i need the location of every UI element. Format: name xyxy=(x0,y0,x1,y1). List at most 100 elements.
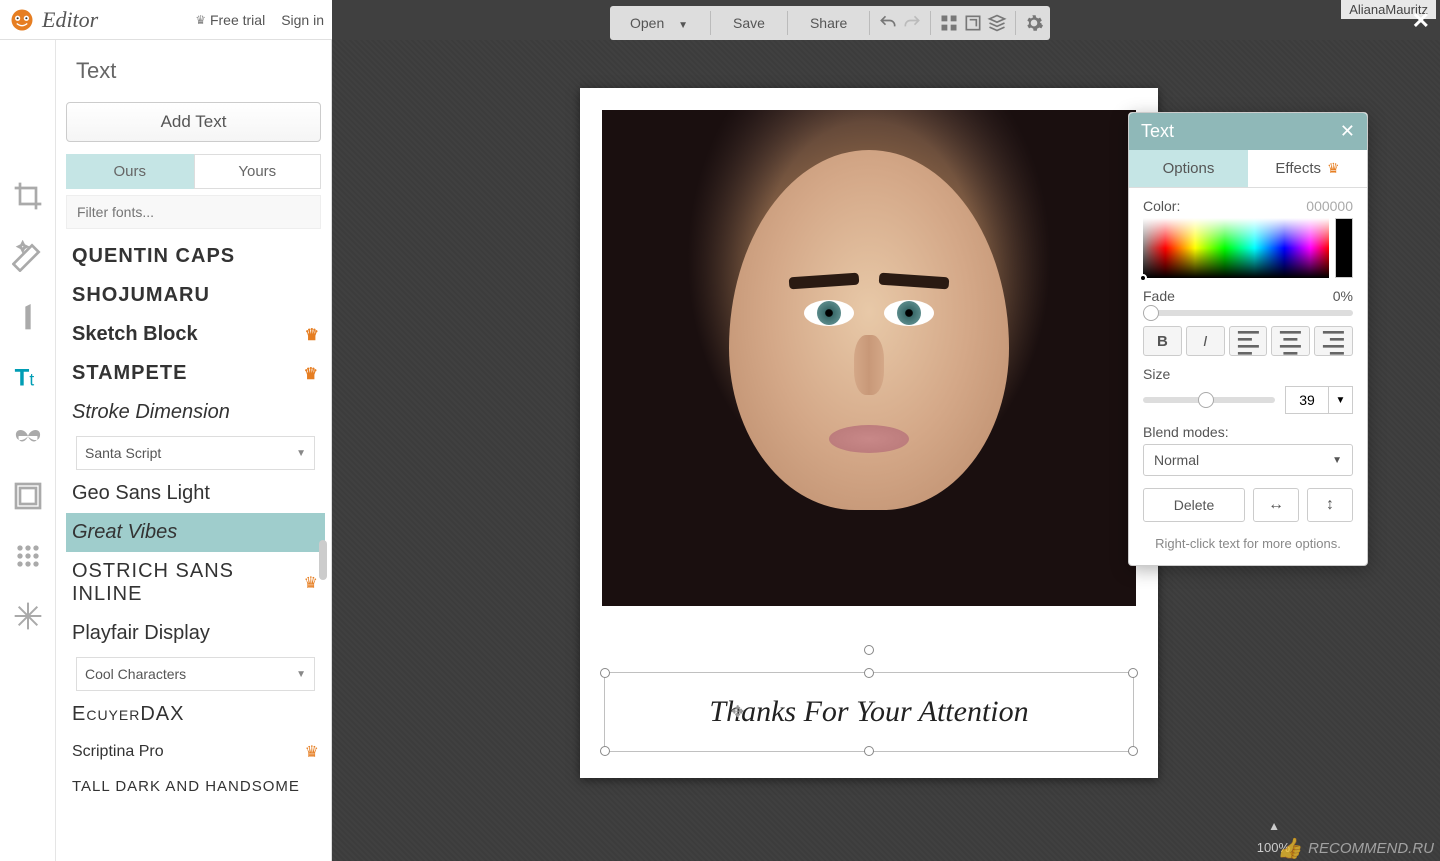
text-selection-box[interactable]: Thanks For Your Attention ✥ xyxy=(604,672,1134,752)
crown-icon: ♛ xyxy=(304,364,319,384)
font-item[interactable]: Playfair Display xyxy=(66,614,325,653)
font-label: SHOJUMARU xyxy=(72,284,210,307)
size-input[interactable] xyxy=(1285,386,1329,414)
size-stepper[interactable]: ▼ xyxy=(1329,386,1353,414)
snowflake-icon[interactable] xyxy=(12,600,44,632)
save-button[interactable]: Save xyxy=(719,9,779,37)
font-label: Scriptina Pro xyxy=(72,743,164,761)
main-toolbar: Open ▼ Save Share xyxy=(610,6,1050,40)
tab-effects-label: Effects xyxy=(1275,160,1321,177)
font-item[interactable]: STAMPETE♛ xyxy=(66,354,325,393)
redo-icon[interactable] xyxy=(902,13,922,33)
free-trial-link[interactable]: ♛ Free trial xyxy=(195,12,265,28)
font-label: QUENTIN CAPS xyxy=(72,245,235,268)
tab-options[interactable]: Options xyxy=(1129,150,1248,187)
brightness-slider[interactable] xyxy=(1335,218,1353,278)
panel-header[interactable]: Text ✕ xyxy=(1129,113,1367,150)
panel-header-title: Text xyxy=(1141,121,1174,142)
font-source-tabs: Ours Yours xyxy=(66,154,321,189)
resize-handle[interactable] xyxy=(1128,668,1138,678)
spectrum-cursor[interactable] xyxy=(1139,274,1147,282)
font-item[interactable]: Stroke Dimension xyxy=(66,393,325,432)
font-list[interactable]: QUENTIN CAPS SHOJUMARU Sketch Block♛ STA… xyxy=(66,237,325,861)
font-item[interactable]: Scriptina Pro♛ xyxy=(66,734,325,770)
tab-ours[interactable]: Ours xyxy=(66,154,194,189)
fade-label: Fade xyxy=(1143,288,1175,304)
monkey-logo-icon xyxy=(8,6,36,34)
close-icon[interactable]: ✕ xyxy=(1340,121,1355,142)
lipstick-icon[interactable] xyxy=(12,300,44,332)
font-item[interactable]: Great Vibes xyxy=(66,513,325,552)
flip-vertical-button[interactable]: ↕ xyxy=(1307,488,1353,522)
font-item[interactable]: SHOJUMARU xyxy=(66,276,325,315)
rotate-handle[interactable] xyxy=(864,645,874,655)
resize-handle[interactable] xyxy=(600,668,610,678)
move-icon[interactable]: ✥ xyxy=(731,702,744,722)
tab-effects[interactable]: Effects♛ xyxy=(1248,150,1367,187)
scrollbar-thumb[interactable] xyxy=(319,540,327,580)
resize-icon[interactable] xyxy=(963,13,983,33)
canvas-text[interactable]: Thanks For Your Attention xyxy=(709,695,1028,729)
font-item[interactable]: TALL DARK AND HANDSOME xyxy=(66,770,325,803)
font-item[interactable]: EcuyerDAX xyxy=(66,695,325,734)
align-right-button[interactable] xyxy=(1314,326,1353,356)
delete-button[interactable]: Delete xyxy=(1143,488,1245,522)
font-label: TALL DARK AND HANDSOME xyxy=(72,778,300,795)
font-label: Geo Sans Light xyxy=(72,482,210,505)
layers-icon[interactable] xyxy=(987,13,1007,33)
slider-thumb[interactable] xyxy=(1143,305,1159,321)
blend-label: Blend modes: xyxy=(1143,424,1229,440)
font-category-select[interactable]: Santa Script▼ xyxy=(76,436,315,470)
resize-handle[interactable] xyxy=(864,668,874,678)
font-item[interactable]: OSTRICH SANS INLINE♛ xyxy=(66,552,325,614)
zoom-arrow-icon[interactable]: ▲ xyxy=(1268,819,1280,833)
close-overlay-icon[interactable]: ✕ xyxy=(1412,8,1430,34)
tab-yours[interactable]: Yours xyxy=(194,154,322,189)
blend-value: Normal xyxy=(1154,452,1199,468)
text-properties-panel: Text ✕ Options Effects♛ Color: 000000 Fad… xyxy=(1128,112,1368,566)
resize-handle[interactable] xyxy=(600,746,610,756)
italic-button[interactable]: I xyxy=(1186,326,1225,356)
resize-handle[interactable] xyxy=(864,746,874,756)
color-value[interactable]: 000000 xyxy=(1306,198,1353,214)
font-item[interactable]: Geo Sans Light xyxy=(66,474,325,513)
font-item[interactable]: Sketch Block♛ xyxy=(66,315,325,354)
share-button[interactable]: Share xyxy=(796,9,861,37)
undo-icon[interactable] xyxy=(878,13,898,33)
watermark-text: RECOMMEND.RU xyxy=(1308,840,1434,857)
texture-icon[interactable] xyxy=(12,540,44,572)
free-trial-label: Free trial xyxy=(210,12,265,28)
frame-icon[interactable] xyxy=(12,480,44,512)
separator xyxy=(787,11,788,35)
font-category-select[interactable]: Cool Characters▼ xyxy=(76,657,315,691)
butterfly-icon[interactable] xyxy=(12,420,44,452)
size-slider[interactable] xyxy=(1143,397,1275,403)
fade-slider[interactable] xyxy=(1143,310,1353,316)
props-tabs: Options Effects♛ xyxy=(1129,150,1367,188)
text-tool-icon[interactable]: Tt xyxy=(12,360,44,392)
flip-horizontal-button[interactable]: ↔ xyxy=(1253,488,1299,522)
color-spectrum[interactable] xyxy=(1143,218,1329,278)
resize-handle[interactable] xyxy=(1128,746,1138,756)
photo-frame[interactable]: Thanks For Your Attention ✥ xyxy=(580,88,1158,778)
crop-icon[interactable] xyxy=(12,180,44,212)
add-text-button[interactable]: Add Text xyxy=(66,102,321,142)
gear-icon[interactable] xyxy=(1024,13,1044,33)
sign-in-link[interactable]: Sign in xyxy=(281,12,324,28)
bold-button[interactable]: B xyxy=(1143,326,1182,356)
font-item[interactable]: QUENTIN CAPS xyxy=(66,237,325,276)
slider-thumb[interactable] xyxy=(1198,392,1214,408)
font-label: Great Vibes xyxy=(72,521,177,544)
separator xyxy=(710,11,711,35)
grid-icon[interactable] xyxy=(939,13,959,33)
color-label: Color: xyxy=(1143,198,1180,214)
blend-mode-select[interactable]: Normal▼ xyxy=(1143,444,1353,476)
magic-wand-icon[interactable] xyxy=(12,240,44,272)
align-center-button[interactable] xyxy=(1271,326,1310,356)
separator xyxy=(930,11,931,35)
filter-fonts-input[interactable] xyxy=(66,195,321,229)
align-left-button[interactable] xyxy=(1229,326,1268,356)
font-label: EcuyerDAX xyxy=(72,703,184,726)
crown-icon: ♛ xyxy=(304,573,319,593)
open-button[interactable]: Open ▼ xyxy=(616,9,702,37)
